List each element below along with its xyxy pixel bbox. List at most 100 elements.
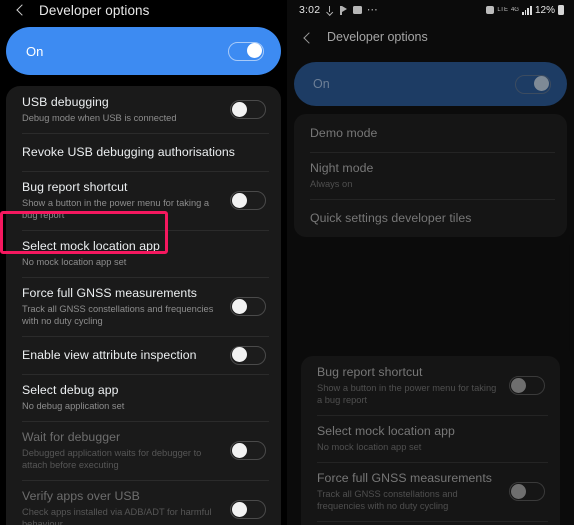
right-settings-list-top: Demo mode Night mode Always on Quick set… [294, 114, 567, 237]
row-text: Verify apps over USB Check apps installe… [22, 489, 230, 525]
flag-icon [339, 5, 348, 15]
right-phone-screen: 3:02 ⋯ LTE 4G 12% Developer options On D… [287, 0, 574, 525]
setting-row-enable-view-attribute-inspection[interactable]: Enable view attribute inspection [301, 521, 560, 525]
switch-knob [247, 43, 262, 58]
row-subtitle: No debug application set [22, 401, 125, 411]
row-subtitle: No mock location app set [22, 257, 127, 267]
row-title: USB debugging [22, 95, 109, 109]
switch-knob [511, 483, 526, 499]
row-title: Select mock location app [317, 424, 455, 438]
toggle-verify-apps-over-usb[interactable] [230, 500, 266, 519]
lte-icon: LTE [497, 7, 508, 13]
row-subtitle: Track all GNSS constellations and freque… [22, 304, 214, 326]
row-subtitle: Always on [310, 179, 353, 189]
setting-row-night-mode[interactable]: Night mode Always on [294, 152, 567, 199]
status-bar-left: 3:02 ⋯ [299, 4, 378, 16]
back-chevron-icon[interactable] [14, 4, 27, 17]
row-title: Enable view attribute inspection [22, 347, 197, 362]
switch-knob [232, 501, 247, 517]
setting-row-verify-apps-over-usb[interactable]: Verify apps over USB Check apps installe… [6, 480, 281, 525]
row-title: Select debug app [22, 383, 119, 397]
switch-knob [232, 298, 247, 314]
toggle-wait-for-debugger[interactable] [230, 441, 266, 460]
alarm-icon [486, 6, 495, 14]
row-title: Bug report shortcut [317, 365, 423, 379]
setting-row-bug-report-shortcut[interactable]: Bug report shortcut Show a button in the… [6, 171, 281, 230]
row-text: Wait for debugger Debugged application w… [22, 430, 230, 471]
toggle-view-attribute-inspection[interactable] [230, 345, 266, 365]
setting-row-bug-report-shortcut[interactable]: Bug report shortcut Show a button in the… [301, 356, 560, 415]
row-title: Wait for debugger [22, 430, 121, 444]
row-text: Enable view attribute inspection [22, 348, 203, 363]
switch-knob [534, 76, 549, 91]
row-subtitle: Show a button in the power menu for taki… [317, 383, 497, 405]
row-title: Demo mode [310, 125, 378, 140]
switch-knob [232, 347, 247, 362]
page-title: Developer options [39, 3, 150, 18]
toggle-force-full-gnss[interactable] [509, 482, 545, 501]
left-phone-screen: Developer options On USB debugging Debug… [0, 0, 287, 525]
row-text: Select debug app No debug application se… [22, 383, 130, 412]
master-toggle-label: On [313, 77, 330, 91]
row-text: Quick settings developer tiles [310, 211, 477, 226]
row-title: Bug report shortcut [22, 180, 128, 194]
overflow-dots-icon: ⋯ [366, 3, 379, 16]
switch-knob [232, 101, 247, 117]
battery-percent: 12% [534, 4, 555, 16]
row-text: Force full GNSS measurements Track all G… [22, 286, 230, 327]
row-title: Force full GNSS measurements [22, 286, 197, 300]
back-chevron-icon[interactable] [301, 31, 314, 44]
setting-row-select-mock-location-app[interactable]: Select mock location app No mock locatio… [301, 415, 560, 462]
switch-knob [232, 192, 247, 208]
signal-bars-icon [521, 5, 532, 15]
setting-row-quick-settings-developer-tiles[interactable]: Quick settings developer tiles [294, 199, 567, 237]
download-icon [325, 5, 334, 15]
row-subtitle: Debug mode when USB is connected [22, 113, 177, 123]
master-toggle-switch[interactable] [228, 41, 264, 61]
status-bar-right: LTE 4G 12% [486, 5, 564, 16]
toggle-bug-report-shortcut[interactable] [509, 376, 545, 395]
setting-row-demo-mode[interactable]: Demo mode [294, 114, 567, 152]
row-text: Force full GNSS measurements Track all G… [317, 471, 509, 512]
setting-row-select-debug-app[interactable]: Select debug app No debug application se… [6, 374, 281, 421]
switch-knob [511, 377, 526, 393]
toggle-force-full-gnss[interactable] [230, 297, 266, 316]
right-app-bar: Developer options [287, 20, 574, 54]
setting-row-usb-debugging[interactable]: USB debugging Debug mode when USB is con… [6, 86, 281, 133]
row-title: Quick settings developer tiles [310, 210, 472, 225]
setting-row-force-full-gnss[interactable]: Force full GNSS measurements Track all G… [301, 462, 560, 521]
row-title: Select mock location app [22, 239, 160, 253]
row-subtitle: Track all GNSS constellations and freque… [317, 489, 458, 511]
left-app-bar: Developer options [0, 0, 287, 18]
toggle-usb-debugging[interactable] [230, 100, 266, 119]
left-settings-list: USB debugging Debug mode when USB is con… [6, 86, 281, 525]
row-title: Night mode [310, 161, 374, 175]
battery-icon [558, 5, 564, 15]
row-text: Revoke USB debugging authorisations [22, 145, 241, 160]
row-text: Select mock location app No mock locatio… [317, 424, 461, 453]
row-subtitle: Debugged application waits for debugger … [22, 448, 202, 470]
row-text: Night mode Always on [310, 161, 379, 190]
developer-options-master-toggle-row[interactable]: On [6, 27, 281, 75]
row-title: Revoke USB debugging authorisations [22, 144, 235, 159]
right-settings-list-bottom: Bug report shortcut Show a button in the… [301, 356, 560, 525]
row-text: Bug report shortcut Show a button in the… [22, 180, 230, 221]
row-subtitle: Check apps installed via ADB/ADT for har… [22, 507, 212, 525]
toggle-bug-report-shortcut[interactable] [230, 191, 266, 210]
developer-options-master-toggle-row[interactable]: On [294, 62, 567, 106]
row-text: Demo mode [310, 126, 383, 141]
setting-row-force-full-gnss[interactable]: Force full GNSS measurements Track all G… [6, 277, 281, 336]
row-subtitle: Show a button in the power menu for taki… [22, 198, 210, 220]
status-clock: 3:02 [299, 4, 321, 16]
setting-row-enable-view-attribute-inspection[interactable]: Enable view attribute inspection [6, 336, 281, 374]
row-title: Verify apps over USB [22, 489, 140, 503]
row-subtitle: No mock location app set [317, 442, 422, 452]
setting-row-wait-for-debugger[interactable]: Wait for debugger Debugged application w… [6, 421, 281, 480]
setting-row-revoke-usb-auth[interactable]: Revoke USB debugging authorisations [6, 133, 281, 171]
row-title: Force full GNSS measurements [317, 471, 492, 485]
master-toggle-switch[interactable] [515, 74, 551, 94]
row-text: Bug report shortcut Show a button in the… [317, 365, 509, 406]
status-bar: 3:02 ⋯ LTE 4G 12% [287, 0, 574, 20]
setting-row-select-mock-location-app[interactable]: Select mock location app No mock locatio… [6, 230, 281, 277]
app-icon [353, 5, 362, 15]
